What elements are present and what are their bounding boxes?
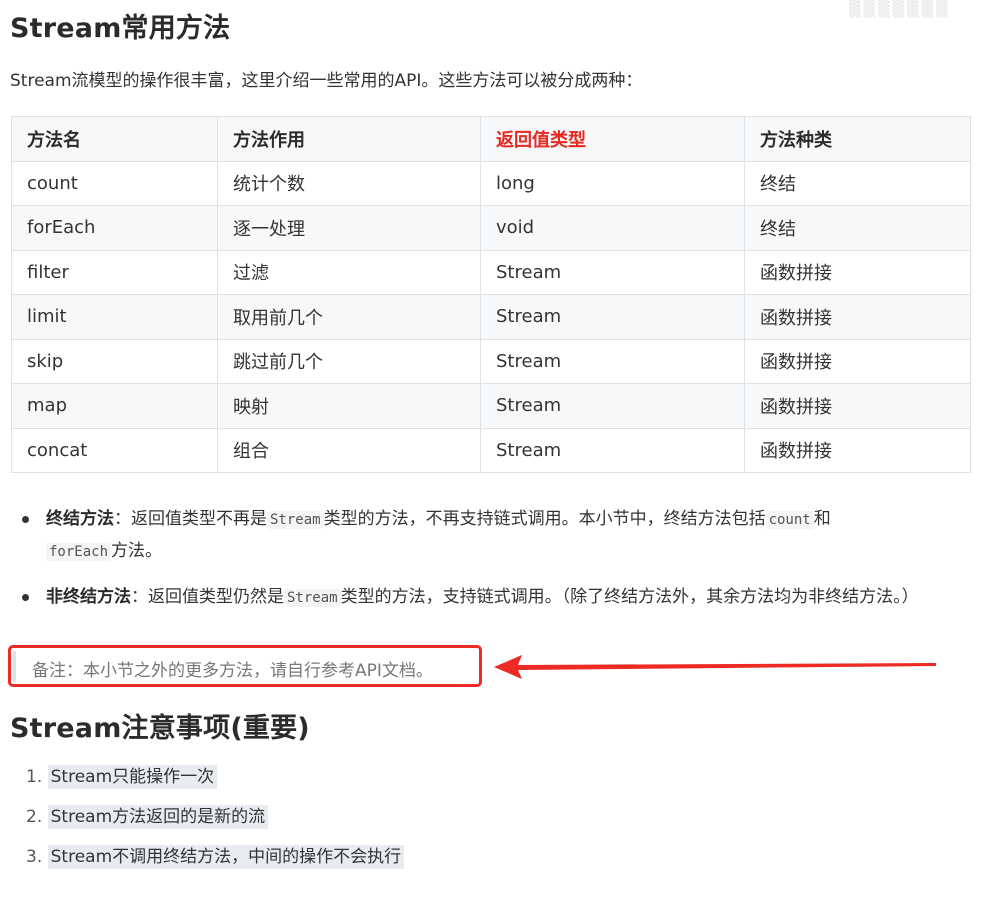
cell-return-type: Stream (480, 294, 745, 340)
list-item-non-terminal-methods: 非终结方法：返回值类型仍然是 Stream 类型的方法，支持链式调用。（除了终结方法… (18, 582, 968, 614)
bullet-dot (22, 516, 29, 523)
table-row: concat 组合 Stream 函数拼接 (11, 427, 971, 473)
cell-return-type: Stream (480, 427, 745, 473)
list-item-terminal-methods: 终结方法：返回值类型不再是 Stream 类型的方法，不再支持链式调用。本小节中，终… (18, 504, 968, 568)
section-title-notes: Stream注意事项(重要) (10, 713, 310, 744)
text: 类型的方法，支持链式调用。（除了终结方法外，其余方法均为非终结方法。） (340, 587, 919, 607)
cell-method-kind: 函数拼接 (744, 294, 971, 340)
term-non-terminal: 非终结方法 (46, 587, 131, 607)
header-method-name: 方法名 (11, 116, 218, 162)
list-item: 3. Stream不调用终结方法，中间的操作不会执行 (26, 842, 405, 882)
cell-method-name: limit (11, 294, 218, 340)
inline-code: count (765, 511, 814, 529)
list-number: 1. (26, 767, 43, 787)
cell-method-kind: 函数拼接 (744, 338, 971, 384)
header-method-kind: 方法种类 (744, 116, 971, 162)
text: 和 (813, 509, 831, 529)
inline-code: Stream (284, 589, 341, 607)
cell-method-kind: 函数拼接 (744, 249, 971, 295)
term-terminal: 终结方法 (46, 509, 114, 529)
cell-method-purpose: 组合 (217, 427, 481, 473)
intro-paragraph: Stream流模型的操作很丰富，这里介绍一些常用的API。这些方法可以被分成两种… (10, 71, 643, 91)
cell-method-name: concat (11, 427, 218, 473)
text: ：返回值类型不再是 (114, 509, 267, 529)
cell-method-purpose: 跳过前几个 (217, 338, 481, 384)
table-row: skip 跳过前几个 Stream 函数拼接 (11, 338, 971, 384)
cell-method-kind: 函数拼接 (744, 383, 971, 429)
notes-list: 1. Stream只能操作一次 2. Stream方法返回的是新的流 3. St… (26, 762, 405, 882)
cell-method-purpose: 过滤 (217, 249, 481, 295)
cell-return-type: void (480, 205, 745, 251)
methods-table: 方法名 方法作用 返回值类型 方法种类 count 统计个数 long 终结 f… (11, 116, 971, 473)
header-method-purpose: 方法作用 (217, 116, 481, 162)
text: 方法。 (111, 541, 163, 561)
table-row: count 统计个数 long 终结 (11, 160, 971, 206)
document-page: ▒▒▒▒▒▒▒ Stream常用方法 Stream流模型的操作很丰富，这里介绍一… (0, 0, 998, 898)
annotation-highlight-box (8, 645, 482, 687)
cell-method-kind: 终结 (744, 205, 971, 251)
watermark: ▒▒▒▒▒▒▒ (849, 0, 951, 18)
cell-return-type: long (480, 160, 745, 206)
table-row: limit 取用前几个 Stream 函数拼接 (11, 294, 971, 340)
table-row: map 映射 Stream 函数拼接 (11, 383, 971, 429)
cell-return-type: Stream (480, 338, 745, 384)
cell-method-name: map (11, 383, 218, 429)
inline-code: forEach (46, 543, 112, 561)
cell-method-purpose: 逐一处理 (217, 205, 481, 251)
cell-method-purpose: 映射 (217, 383, 481, 429)
cell-method-name: count (11, 160, 218, 206)
list-number: 2. (26, 807, 43, 827)
list-item-text: Stream不调用终结方法，中间的操作不会执行 (47, 845, 405, 869)
cell-method-purpose: 取用前几个 (217, 294, 481, 340)
cell-method-purpose: 统计个数 (217, 160, 481, 206)
list-item: 2. Stream方法返回的是新的流 (26, 802, 404, 842)
section-title: Stream常用方法 (10, 13, 231, 44)
cell-method-kind: 函数拼接 (744, 427, 971, 473)
method-kinds-list: 终结方法：返回值类型不再是 Stream 类型的方法，不再支持链式调用。本小节中，终… (18, 504, 968, 628)
table-row: filter 过滤 Stream 函数拼接 (11, 249, 971, 295)
table-row: forEach 逐一处理 void 终结 (11, 205, 971, 251)
annotation-arrow-icon (494, 655, 936, 679)
cell-method-kind: 终结 (744, 160, 971, 206)
cell-method-name: skip (11, 338, 218, 384)
bullet-dot (22, 594, 29, 601)
list-item-text: Stream只能操作一次 (47, 765, 218, 789)
list-number: 3. (26, 847, 43, 867)
cell-return-type: Stream (480, 383, 745, 429)
cell-method-name: forEach (11, 205, 218, 251)
text: 类型的方法，不再支持链式调用。本小节中，终结方法包括 (323, 509, 766, 529)
cell-method-name: filter (11, 249, 218, 295)
header-return-type: 返回值类型 (480, 116, 745, 162)
cell-return-type: Stream (480, 249, 745, 295)
list-item: 1. Stream只能操作一次 (26, 762, 404, 802)
list-item-text: Stream方法返回的是新的流 (47, 805, 269, 829)
text: ：返回值类型仍然是 (131, 587, 284, 607)
inline-code: Stream (267, 511, 324, 529)
table-header-row: 方法名 方法作用 返回值类型 方法种类 (11, 116, 971, 162)
